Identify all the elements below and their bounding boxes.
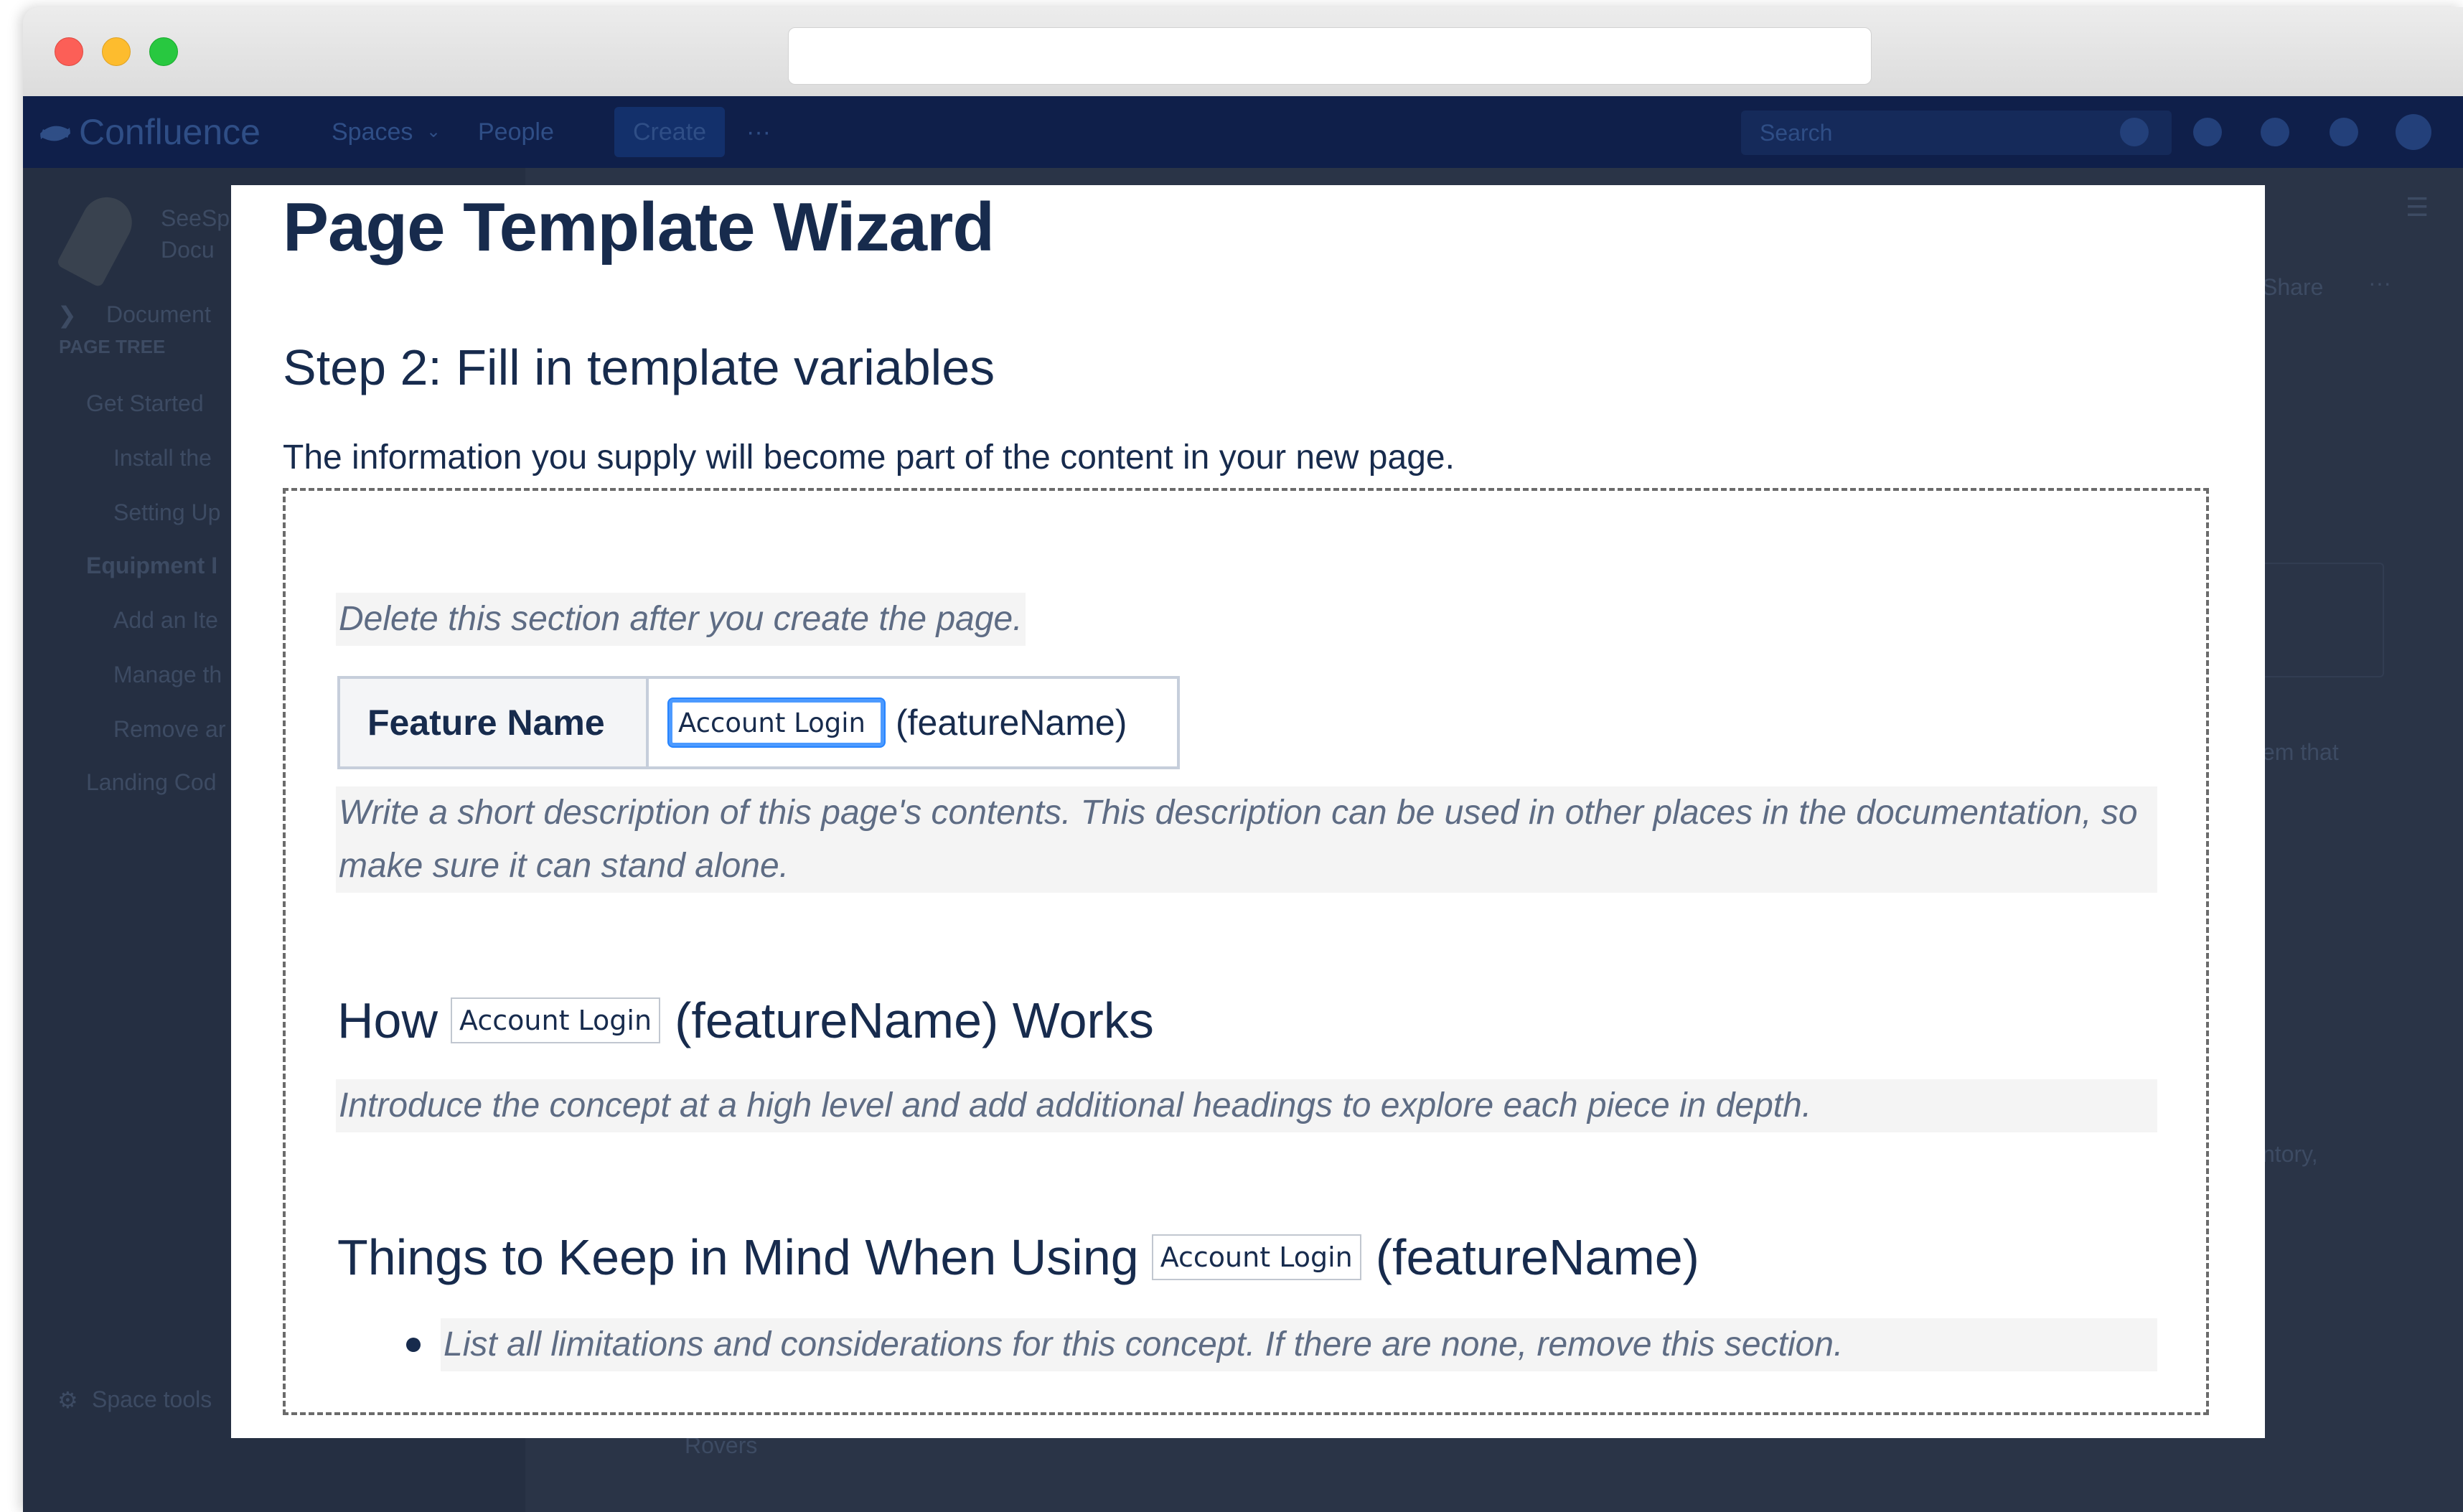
page-more-icon[interactable]: ··· bbox=[2368, 270, 2391, 296]
gear-icon[interactable] bbox=[2261, 118, 2289, 146]
instruction-text: Write a short description of this page's… bbox=[336, 786, 2157, 893]
step-description: The information you supply will become p… bbox=[283, 438, 1455, 476]
documentation-icon: ❯ bbox=[57, 302, 77, 328]
gear-icon: ⚙ bbox=[57, 1387, 78, 1413]
how-it-works-heading: How Account Login (featureName) Works bbox=[337, 992, 1154, 1049]
page-tree-label: PAGE TREE bbox=[59, 336, 166, 357]
search-input[interactable]: Search bbox=[1741, 111, 2172, 155]
space-name-line2[interactable]: Docu bbox=[161, 237, 215, 263]
heading-prefix: How bbox=[337, 992, 438, 1048]
more-options-icon[interactable]: ··· bbox=[746, 96, 771, 168]
nav-people-link[interactable]: People bbox=[478, 96, 554, 168]
notifications-icon[interactable] bbox=[2330, 118, 2358, 146]
search-placeholder: Search bbox=[1760, 120, 1833, 146]
page-tree-item[interactable]: Install the bbox=[113, 445, 212, 471]
share-button[interactable]: Share bbox=[2262, 274, 2323, 301]
feature-name-input[interactable] bbox=[669, 699, 884, 746]
variable-chip: Account Login bbox=[1151, 1234, 1361, 1280]
window-titlebar bbox=[23, 7, 2463, 98]
avatar[interactable] bbox=[2396, 114, 2431, 150]
instruction-text: Introduce the concept at a high level an… bbox=[336, 1079, 2157, 1132]
minimize-window-button[interactable] bbox=[102, 37, 131, 66]
variable-label: Feature Name bbox=[340, 679, 649, 766]
variable-chip: Account Login bbox=[451, 997, 661, 1043]
page-tree-item[interactable]: Add an Ite bbox=[113, 607, 218, 634]
page-tree-item-current[interactable]: Equipment I bbox=[86, 553, 217, 579]
create-button[interactable]: Create bbox=[614, 107, 726, 157]
chevron-down-icon: ⌄ bbox=[426, 122, 441, 141]
step-heading: Step 2: Fill in template variables bbox=[283, 339, 995, 395]
search-icon[interactable] bbox=[2120, 118, 2149, 146]
page-tree-item[interactable]: Manage th bbox=[113, 662, 222, 688]
variable-key: (featureName) bbox=[896, 703, 1127, 743]
page-menu-icon[interactable]: ☰ bbox=[2406, 192, 2429, 222]
page-tree-item[interactable]: Remove ar bbox=[113, 716, 226, 743]
page-text-fragment: em that bbox=[2262, 739, 2339, 765]
zoom-window-button[interactable] bbox=[149, 37, 178, 66]
close-window-button[interactable] bbox=[55, 37, 83, 66]
space-logo-icon bbox=[55, 188, 141, 288]
address-bar[interactable] bbox=[788, 27, 1872, 85]
heading-prefix: Things to Keep in Mind When Using bbox=[337, 1229, 1139, 1285]
template-preview: Delete this section after you create the… bbox=[283, 488, 2209, 1415]
heading-suffix: (featureName) Works bbox=[675, 992, 1154, 1048]
page-tree-item[interactable]: Setting Up bbox=[113, 499, 220, 526]
page-tree-item[interactable]: Get Started bbox=[86, 390, 204, 417]
space-name-line1[interactable]: SeeSp bbox=[161, 205, 230, 232]
variable-cell: (featureName) bbox=[649, 679, 1177, 766]
confluence-logo-icon[interactable] bbox=[39, 96, 72, 168]
things-to-keep-in-mind-heading: Things to Keep in Mind When Using Accoun… bbox=[337, 1229, 1699, 1286]
space-tools-button[interactable]: Space tools bbox=[92, 1386, 212, 1413]
help-icon[interactable] bbox=[2193, 118, 2222, 146]
template-wizard-dialog: Page Template Wizard Step 2: Fill in tem… bbox=[231, 185, 2265, 1438]
heading-suffix: (featureName) bbox=[1375, 1229, 1699, 1285]
page-text-fragment: ntory, bbox=[2262, 1141, 2318, 1167]
page-tree-item[interactable]: Landing Cod bbox=[86, 769, 216, 796]
dialog-title: Page Template Wizard bbox=[283, 189, 995, 266]
variables-table: Feature Name (featureName) bbox=[337, 676, 1180, 769]
instruction-text: Delete this section after you create the… bbox=[336, 593, 1026, 646]
sidebar-item-documentation[interactable]: Document bbox=[106, 301, 211, 328]
bullet-icon bbox=[406, 1338, 421, 1352]
confluence-top-nav: Confluence Spaces ⌄ People Create ··· Se… bbox=[23, 96, 2463, 168]
nav-spaces-menu[interactable]: Spaces bbox=[332, 96, 413, 168]
instruction-text: List all limitations and considerations … bbox=[441, 1318, 2157, 1371]
confluence-brand[interactable]: Confluence bbox=[79, 96, 261, 168]
